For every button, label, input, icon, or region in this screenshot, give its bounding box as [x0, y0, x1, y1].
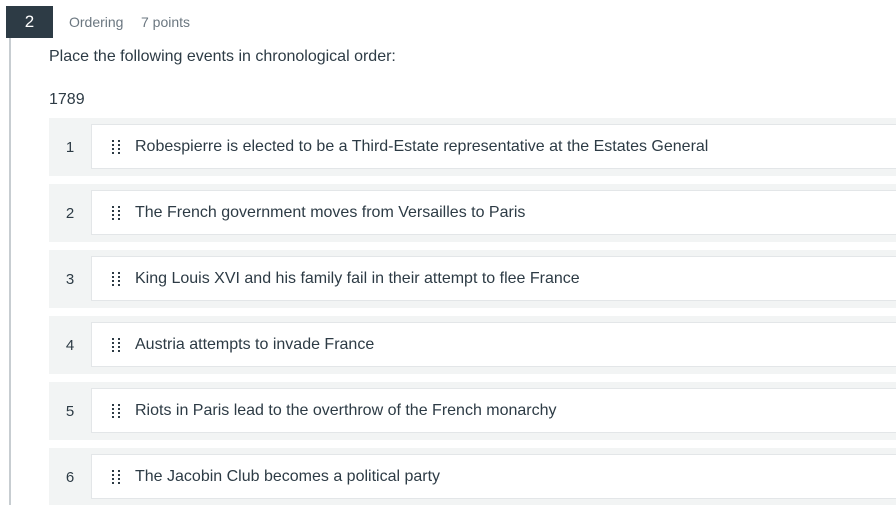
- question-left-rule: [9, 38, 11, 505]
- draggable-item-card[interactable]: Robespierre is elected to be a Third-Est…: [91, 124, 896, 169]
- ordering-row: 5 Riots in Paris lead to the overthrow o…: [49, 382, 896, 440]
- ordering-row: 3 King Louis XVI and his family fail in …: [49, 250, 896, 308]
- item-text: Robespierre is elected to be a Third-Est…: [135, 137, 709, 155]
- item-text: Austria attempts to invade France: [135, 335, 375, 353]
- row-position-number: 4: [65, 336, 75, 354]
- ordering-row: 4 Austria attempts to invade France: [49, 316, 896, 374]
- row-position-number: 3: [65, 270, 75, 288]
- item-text: King Louis XVI and his family fail in th…: [135, 269, 580, 287]
- item-text: The Jacobin Club becomes a political par…: [135, 467, 441, 485]
- ordering-question: 2 Ordering 7 points Place the following …: [0, 0, 896, 505]
- row-position-number: 6: [65, 468, 75, 486]
- ordering-row: 2 The French government moves from Versa…: [49, 184, 896, 242]
- drag-handle-icon[interactable]: [112, 139, 122, 155]
- question-number-badge: 2: [6, 6, 53, 38]
- row-position-number: 5: [65, 402, 75, 420]
- drag-handle-icon[interactable]: [112, 271, 122, 287]
- draggable-item-card[interactable]: Austria attempts to invade France: [91, 322, 896, 367]
- ordering-row: 1 Robespierre is elected to be a Third-E…: [49, 118, 896, 176]
- drag-handle-icon[interactable]: [112, 205, 122, 221]
- drag-handle-icon[interactable]: [112, 403, 122, 419]
- draggable-item-card[interactable]: King Louis XVI and his family fail in th…: [91, 256, 896, 301]
- draggable-item-card[interactable]: Riots in Paris lead to the overthrow of …: [91, 388, 896, 433]
- question-prompt: Place the following events in chronologi…: [49, 48, 396, 65]
- ordering-row: 6 The Jacobin Club becomes a political p…: [49, 448, 896, 505]
- timeline-start-label: 1789: [49, 91, 85, 108]
- item-text: Riots in Paris lead to the overthrow of …: [135, 401, 557, 419]
- drag-handle-icon[interactable]: [112, 337, 122, 353]
- drag-handle-icon[interactable]: [112, 469, 122, 485]
- draggable-item-card[interactable]: The Jacobin Club becomes a political par…: [91, 454, 896, 499]
- question-points-label: 7 points: [141, 14, 191, 30]
- row-position-number: 2: [65, 204, 75, 222]
- draggable-item-card[interactable]: The French government moves from Versail…: [91, 190, 896, 235]
- row-position-number: 1: [65, 138, 75, 156]
- item-text: The French government moves from Versail…: [135, 203, 526, 221]
- question-type-label: Ordering: [69, 14, 124, 30]
